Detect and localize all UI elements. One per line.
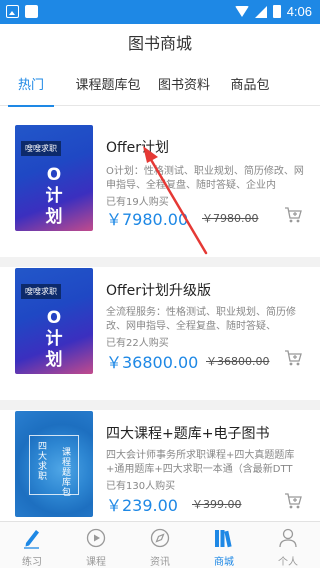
bottom-navigation: 练习 课程 资讯 商城 个人 (0, 521, 320, 568)
product-title: Offer计划升级版 (106, 283, 212, 299)
product-cover: 四大求职 课程题库包 (15, 411, 93, 517)
cart-icon[interactable] (284, 206, 302, 224)
product-buyers: 已有130人购买 (106, 481, 176, 492)
product-item[interactable]: 嗖嗖求职 O计划 Offer计划 O计划：性格测试、职业规划、简历修改、网申指导… (0, 107, 320, 267)
status-time: 4:06 (286, 4, 312, 19)
books-icon (215, 530, 232, 548)
product-price: ￥36800.00 (106, 353, 199, 372)
nav-label: 个人 (278, 557, 298, 568)
app-notification-icon (25, 5, 38, 18)
nav-profile[interactable]: 个人 (256, 522, 320, 568)
nav-practice[interactable]: 练习 (0, 522, 64, 568)
cover-right-text: 课程题库包 (60, 447, 70, 497)
product-description: 全流程服务：性格测试、职业规划、简历修改、网申指导、全程复盘、随时答疑、 (106, 307, 296, 332)
product-item[interactable]: 四大求职 课程题库包 四大课程+题库+电子图书 四大会计师事务所求职课程+四大真… (0, 393, 320, 521)
cover-title: O计划 (45, 165, 63, 227)
product-description: O计划：性格测试、职业规划、简历修改、网申指导、全程复盘、随时答疑、企业内 (106, 166, 304, 191)
nav-label: 练习 (22, 557, 42, 568)
product-buyers: 已有22人购买 (106, 338, 169, 349)
compass-icon (150, 528, 170, 548)
tab-label: 课程题库包 (75, 78, 141, 93)
person-icon (279, 528, 297, 548)
nav-store[interactable]: 商城 (192, 522, 256, 568)
battery-icon (272, 5, 281, 18)
nav-news[interactable]: 资讯 (128, 522, 192, 568)
product-original-price: ￥36800.00 (206, 355, 270, 368)
product-price: ￥239.00 (106, 496, 178, 515)
pencil-icon (24, 530, 39, 549)
product-cover: 嗖嗖求职 O计划 (15, 268, 93, 374)
category-tabs: 热门 课程题库包 图书资料 商品包 (0, 66, 320, 107)
cart-icon[interactable] (284, 349, 302, 367)
product-original-price: ￥399.00 (192, 498, 242, 511)
tab-hot[interactable]: 热门 (8, 66, 54, 107)
tab-label: 热门 (17, 78, 44, 93)
tab-course-bank[interactable]: 课程题库包 (70, 66, 146, 106)
image-notification-icon (6, 5, 19, 18)
tab-label: 图书资料 (157, 78, 210, 93)
status-bar: 4:06 (0, 0, 320, 24)
page-title: 图书商城 (127, 34, 192, 53)
nav-label: 商城 (214, 557, 234, 568)
nav-label: 资讯 (150, 557, 170, 568)
product-title: 四大课程+题库+电子图书 (106, 426, 270, 442)
cover-tag: 嗖嗖求职 (21, 141, 61, 156)
product-original-price: ￥7980.00 (202, 212, 259, 225)
nav-label: 课程 (86, 557, 106, 568)
product-title: Offer计划 (106, 140, 170, 156)
product-cover: 嗖嗖求职 O计划 (15, 125, 93, 231)
product-item[interactable]: 嗖嗖求职 O计划 Offer计划升级版 全流程服务：性格测试、职业规划、简历修改… (0, 250, 320, 410)
product-description: 四大会计师事务所求职课程+四大真题题库+通用题库+四大求职一本通（含最新DTT (106, 450, 295, 475)
wifi-icon (234, 6, 249, 17)
tab-label: 商品包 (230, 78, 270, 93)
tab-packages[interactable]: 商品包 (222, 66, 278, 106)
product-price: ￥7980.00 (106, 210, 189, 229)
tab-books[interactable]: 图书资料 (152, 66, 216, 106)
cover-tag: 嗖嗖求职 (21, 284, 61, 299)
play-circle-icon (86, 528, 106, 548)
cover-left-text: 四大求职 (36, 441, 46, 481)
cover-title: O计划 (45, 308, 63, 370)
nav-courses[interactable]: 课程 (64, 522, 128, 568)
signal-icon (254, 5, 267, 18)
cart-icon[interactable] (284, 492, 302, 510)
